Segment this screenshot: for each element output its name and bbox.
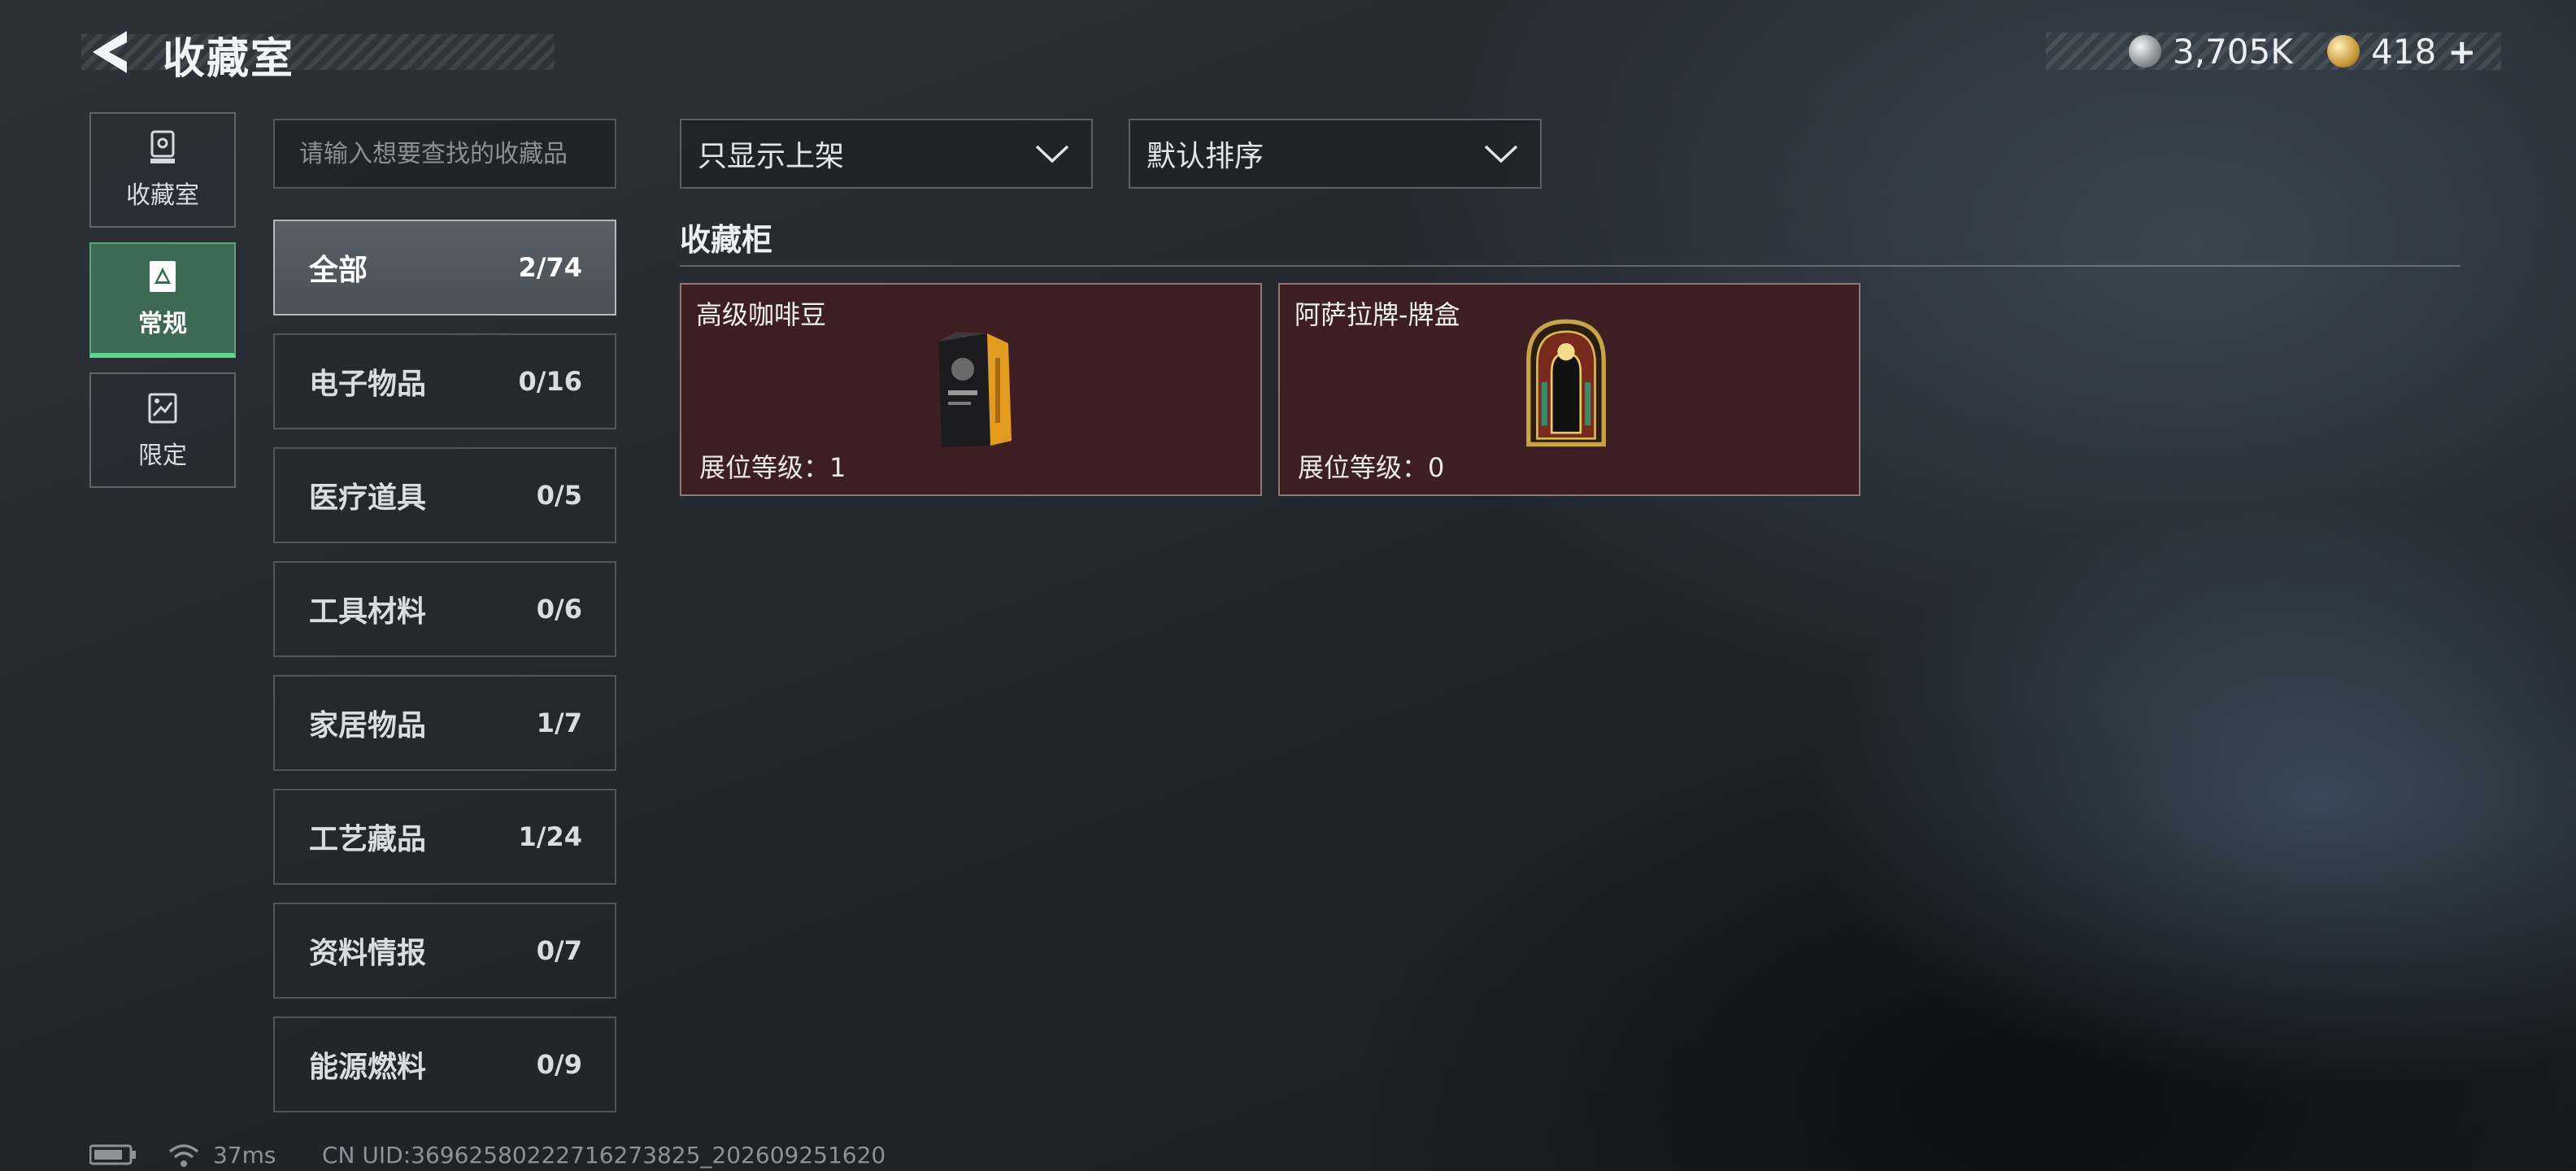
display-filter-dropdown[interactable]: 只显示上架 bbox=[680, 119, 1093, 189]
category-name: 医疗道具 bbox=[309, 481, 427, 515]
network-status: 37ms bbox=[168, 1141, 276, 1169]
category-name: 电子物品 bbox=[309, 368, 427, 401]
category-count: 0/16 bbox=[518, 366, 582, 397]
chevron-down-icon bbox=[1484, 145, 1518, 163]
wifi-icon bbox=[168, 1144, 199, 1167]
category-name: 家居物品 bbox=[309, 709, 427, 742]
category-count: 1/7 bbox=[536, 707, 582, 738]
page-title: 收藏室 bbox=[163, 35, 295, 84]
category-count: 1/24 bbox=[518, 821, 582, 852]
display-filter-value: 只显示上架 bbox=[698, 140, 845, 173]
search-input[interactable] bbox=[273, 119, 616, 189]
category-all[interactable]: 全部 2/74 bbox=[273, 220, 616, 316]
user-uid: CN UID:36962580222716273825_202609251620 bbox=[322, 1142, 886, 1169]
battery-status bbox=[89, 1142, 137, 1168]
category-household[interactable]: 家居物品 1/7 bbox=[273, 675, 616, 771]
add-currency-button[interactable]: + bbox=[2448, 32, 2476, 72]
battery-icon bbox=[89, 1144, 136, 1165]
card-icon bbox=[150, 261, 176, 292]
category-medical[interactable]: 医疗道具 0/5 bbox=[273, 447, 616, 543]
trophy-icon bbox=[150, 130, 175, 163]
category-count: 2/74 bbox=[518, 252, 582, 283]
nav-item-limited[interactable]: 限定 bbox=[89, 372, 236, 488]
nav-item-regular[interactable]: 常规 bbox=[89, 242, 236, 358]
title-strip bbox=[81, 34, 555, 70]
coffee-bag-icon bbox=[938, 332, 1012, 447]
silver-coin-icon bbox=[2129, 35, 2161, 67]
section-title: 收藏柜 bbox=[680, 222, 773, 258]
item-display-level: 展位等级：1 bbox=[699, 452, 846, 483]
currency-gold[interactable]: 418 + bbox=[2327, 31, 2476, 72]
item-display-level: 展位等级：0 bbox=[1298, 452, 1445, 483]
category-tools[interactable]: 工具材料 0/6 bbox=[273, 561, 616, 657]
category-count: 0/7 bbox=[536, 935, 582, 966]
card-box-icon bbox=[1526, 319, 1606, 447]
category-name: 能源燃料 bbox=[309, 1051, 427, 1084]
currency-silver-value: 3,705K bbox=[2173, 31, 2293, 72]
category-name: 工艺藏品 bbox=[309, 823, 427, 856]
category-electronics[interactable]: 电子物品 0/16 bbox=[273, 333, 616, 429]
section-divider bbox=[680, 265, 2461, 267]
nav-item-collection-room[interactable]: 收藏室 bbox=[89, 112, 236, 228]
category-name: 资料情报 bbox=[309, 937, 427, 970]
item-name: 高级咖啡豆 bbox=[696, 299, 827, 330]
gold-coin-icon bbox=[2327, 35, 2360, 67]
item-card[interactable]: 高级咖啡豆 展位等级：1 bbox=[680, 283, 1262, 496]
category-name: 全部 bbox=[309, 254, 368, 287]
category-count: 0/5 bbox=[536, 480, 582, 511]
category-intel[interactable]: 资料情报 0/7 bbox=[273, 903, 616, 999]
category-count: 0/6 bbox=[536, 594, 582, 625]
currency-silver: 3,705K bbox=[2129, 31, 2293, 72]
item-card[interactable]: 阿萨拉牌-牌盒 展位等级：0 bbox=[1278, 283, 1860, 496]
category-energy[interactable]: 能源燃料 0/9 bbox=[273, 1016, 616, 1112]
chevron-down-icon bbox=[1035, 145, 1069, 163]
back-button[interactable] bbox=[88, 26, 138, 78]
nav-label: 常规 bbox=[138, 310, 187, 338]
category-count: 0/9 bbox=[536, 1049, 582, 1080]
currency-gold-value: 418 bbox=[2371, 31, 2437, 72]
sort-dropdown[interactable]: 默认排序 bbox=[1129, 119, 1542, 189]
ping-value: 37ms bbox=[213, 1141, 276, 1169]
category-crafts[interactable]: 工艺藏品 1/24 bbox=[273, 789, 616, 885]
nav-label: 限定 bbox=[138, 442, 187, 470]
limited-icon bbox=[148, 393, 177, 424]
item-name: 阿萨拉牌-牌盒 bbox=[1295, 299, 1460, 330]
back-arrow-icon bbox=[93, 31, 127, 73]
category-name: 工具材料 bbox=[309, 595, 427, 629]
nav-label: 收藏室 bbox=[126, 181, 199, 210]
sort-value: 默认排序 bbox=[1147, 140, 1264, 173]
